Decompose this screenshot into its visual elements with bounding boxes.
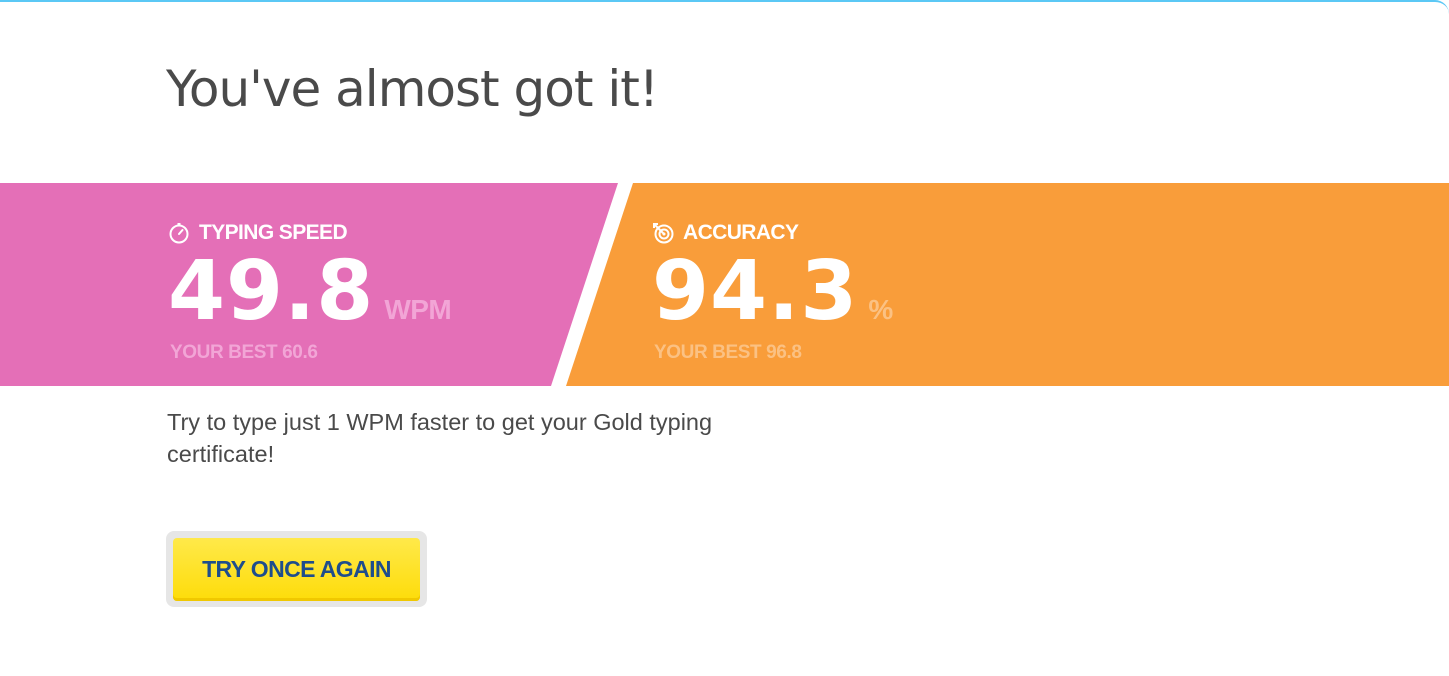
page-title: You've almost got it!: [166, 60, 659, 118]
accuracy-label: ACCURACY: [683, 221, 799, 244]
accuracy-value: 94.3: [652, 244, 859, 339]
result-card: You've almost got it! TYPING SPEED 49.8 …: [0, 0, 1449, 676]
stopwatch-icon: [168, 222, 190, 244]
typing-speed-best: YOUR BEST 60.6: [170, 342, 318, 363]
improvement-message: Try to type just 1 WPM faster to get you…: [167, 409, 713, 467]
try-again-button-frame: TRY ONCE AGAIN: [166, 531, 427, 607]
stats-band: TYPING SPEED 49.8 WPM YOUR BEST 60.6 ACC…: [0, 183, 1449, 386]
accuracy-best: YOUR BEST 96.8: [654, 342, 802, 363]
target-icon: [652, 222, 674, 244]
accuracy-unit: %: [868, 294, 893, 325]
try-again-button[interactable]: TRY ONCE AGAIN: [173, 538, 420, 601]
typing-speed-unit: WPM: [384, 294, 452, 325]
typing-speed-value: 49.8: [168, 244, 375, 339]
typing-speed-label: TYPING SPEED: [199, 221, 348, 244]
